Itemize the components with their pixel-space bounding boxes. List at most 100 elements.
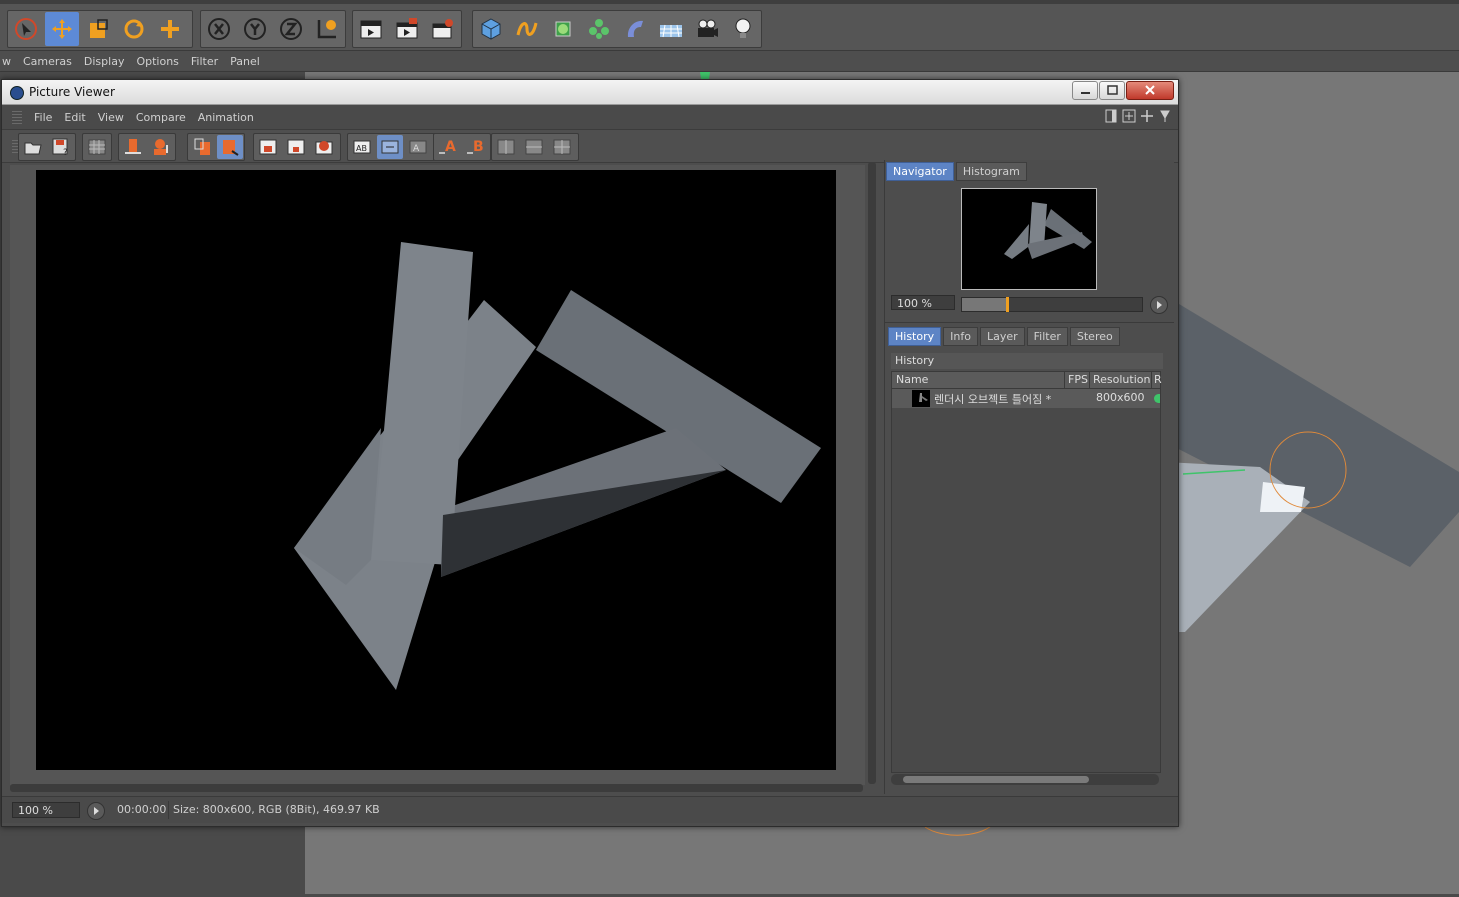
history-row[interactable]: 렌더시 오브젝트 틀어짐 * 800x600: [892, 389, 1160, 408]
tab-history[interactable]: History: [888, 327, 942, 346]
move-icon: [52, 19, 72, 39]
status-zoom-field[interactable]: 100 %: [12, 802, 80, 818]
pin-panel-icon[interactable]: [1158, 109, 1172, 123]
deformer-button[interactable]: [618, 12, 652, 46]
navigator-zoom-slider[interactable]: [961, 297, 1143, 312]
viewport-menu-options[interactable]: Options: [136, 55, 178, 68]
history-horizontal-scrollbar[interactable]: [891, 774, 1159, 785]
menu-animation[interactable]: Animation: [198, 111, 254, 124]
scale-tool-button[interactable]: [81, 12, 115, 46]
render-to-viewer-button[interactable]: [390, 12, 424, 46]
rotate-tool-button[interactable]: [117, 12, 151, 46]
render-horizontal-scrollbar[interactable]: [10, 784, 863, 792]
split-quad-button[interactable]: [549, 135, 575, 159]
window-titlebar[interactable]: Picture Viewer: [2, 80, 1178, 105]
tab-info[interactable]: Info: [943, 327, 978, 346]
layer-add-icon: [194, 138, 210, 155]
mograph-button[interactable]: [582, 12, 616, 46]
layout-icon[interactable]: [1104, 109, 1118, 123]
zoom-slider-handle[interactable]: [1006, 297, 1009, 312]
export-button[interactable]: [148, 135, 174, 159]
camera-button[interactable]: [690, 12, 724, 46]
viewport-menu-partial[interactable]: w: [2, 55, 11, 68]
y-axis-icon: [244, 18, 266, 40]
viewport-menu-panel[interactable]: Panel: [230, 55, 260, 68]
close-button[interactable]: [1126, 81, 1174, 100]
nurbs-button[interactable]: [546, 12, 580, 46]
viewport-menu-filter[interactable]: Filter: [191, 55, 218, 68]
select-tool-button[interactable]: [9, 12, 43, 46]
z-axis-button[interactable]: [274, 12, 308, 46]
x-axis-button[interactable]: [202, 12, 236, 46]
navigator-thumbnail[interactable]: [961, 188, 1097, 290]
maximize-button[interactable]: [1099, 81, 1125, 100]
column-separator: [1089, 372, 1090, 388]
set-b-button[interactable]: B: [463, 135, 489, 159]
open-button[interactable]: [20, 135, 46, 159]
viewport-menu-cameras[interactable]: Cameras: [23, 55, 72, 68]
ab-compare-button[interactable]: AB: [349, 135, 375, 159]
menu-view[interactable]: View: [98, 111, 124, 124]
history-list[interactable]: Name FPS Resolution R 렌더시 오브젝트 틀어짐 * 800…: [891, 371, 1162, 773]
difference-icon: A: [409, 140, 427, 154]
column-fps[interactable]: FPS: [1068, 373, 1088, 386]
rendered-image[interactable]: [36, 170, 836, 770]
render-region-button[interactable]: [255, 135, 281, 159]
split-vertical-button[interactable]: [493, 135, 519, 159]
menubar-grip-icon: [12, 110, 22, 124]
spline-button[interactable]: [510, 12, 544, 46]
split-horizontal-button[interactable]: [521, 135, 547, 159]
move-panel-icon[interactable]: [1140, 109, 1154, 123]
grid-button[interactable]: [84, 135, 110, 159]
import-button[interactable]: [120, 135, 146, 159]
set-a-button[interactable]: A: [435, 135, 461, 159]
render-settings-button[interactable]: [426, 12, 460, 46]
tab-filter[interactable]: Filter: [1026, 327, 1068, 346]
menu-compare[interactable]: Compare: [136, 111, 186, 124]
x-axis-icon: [208, 18, 230, 40]
new-panel-icon[interactable]: [1122, 109, 1136, 123]
floor-button[interactable]: [654, 12, 688, 46]
minimize-button[interactable]: [1072, 81, 1098, 100]
ab-set-group: A B: [433, 133, 491, 161]
menu-file[interactable]: File: [34, 111, 52, 124]
tab-stereo[interactable]: Stereo: [1069, 327, 1120, 346]
cube-button[interactable]: [474, 12, 508, 46]
tab-navigator[interactable]: Navigator: [886, 162, 954, 181]
render-view-area[interactable]: [10, 165, 865, 785]
render-active-button[interactable]: [283, 135, 309, 159]
navigator-zoom-field[interactable]: 100 %: [891, 295, 955, 310]
cube-icon: [481, 18, 501, 40]
y-axis-button[interactable]: [238, 12, 272, 46]
column-r[interactable]: R: [1154, 373, 1162, 386]
layer-add-button[interactable]: [189, 135, 215, 159]
column-name[interactable]: Name: [896, 373, 928, 386]
column-separator: [1151, 372, 1152, 388]
channel-tools-group: [118, 133, 176, 161]
menu-edit[interactable]: Edit: [64, 111, 85, 124]
render-lock-button[interactable]: [311, 135, 337, 159]
column-resolution[interactable]: Resolution: [1093, 373, 1150, 386]
navigator-play-button[interactable]: [1150, 296, 1168, 314]
move-tool-button[interactable]: [45, 12, 79, 46]
light-button[interactable]: [726, 12, 760, 46]
add-tool-button[interactable]: [153, 12, 187, 46]
difference-button[interactable]: A: [405, 135, 431, 159]
close-icon: [1145, 85, 1155, 95]
render-view-button[interactable]: [354, 12, 388, 46]
navigator-preview: [1004, 202, 1092, 259]
minimize-icon: [1081, 92, 1090, 94]
save-button[interactable]: ?: [48, 135, 74, 159]
render-vertical-scrollbar[interactable]: [868, 162, 876, 784]
status-play-button[interactable]: [87, 802, 105, 820]
tab-layer[interactable]: Layer: [979, 327, 1025, 346]
history-column-headers: Name FPS Resolution R: [892, 372, 1162, 389]
coordinate-system-button[interactable]: [310, 12, 344, 46]
layer-toggle-button[interactable]: [217, 135, 243, 159]
viewport-menu-display[interactable]: Display: [84, 55, 125, 68]
history-scroll-thumb[interactable]: [903, 776, 1089, 783]
tab-histogram[interactable]: Histogram: [955, 162, 1027, 181]
status-image-info: Size: 800x600, RGB (8Bit), 469.97 KB: [173, 803, 380, 816]
swap-ab-button[interactable]: [377, 135, 403, 159]
split-tools-group: [491, 133, 579, 161]
